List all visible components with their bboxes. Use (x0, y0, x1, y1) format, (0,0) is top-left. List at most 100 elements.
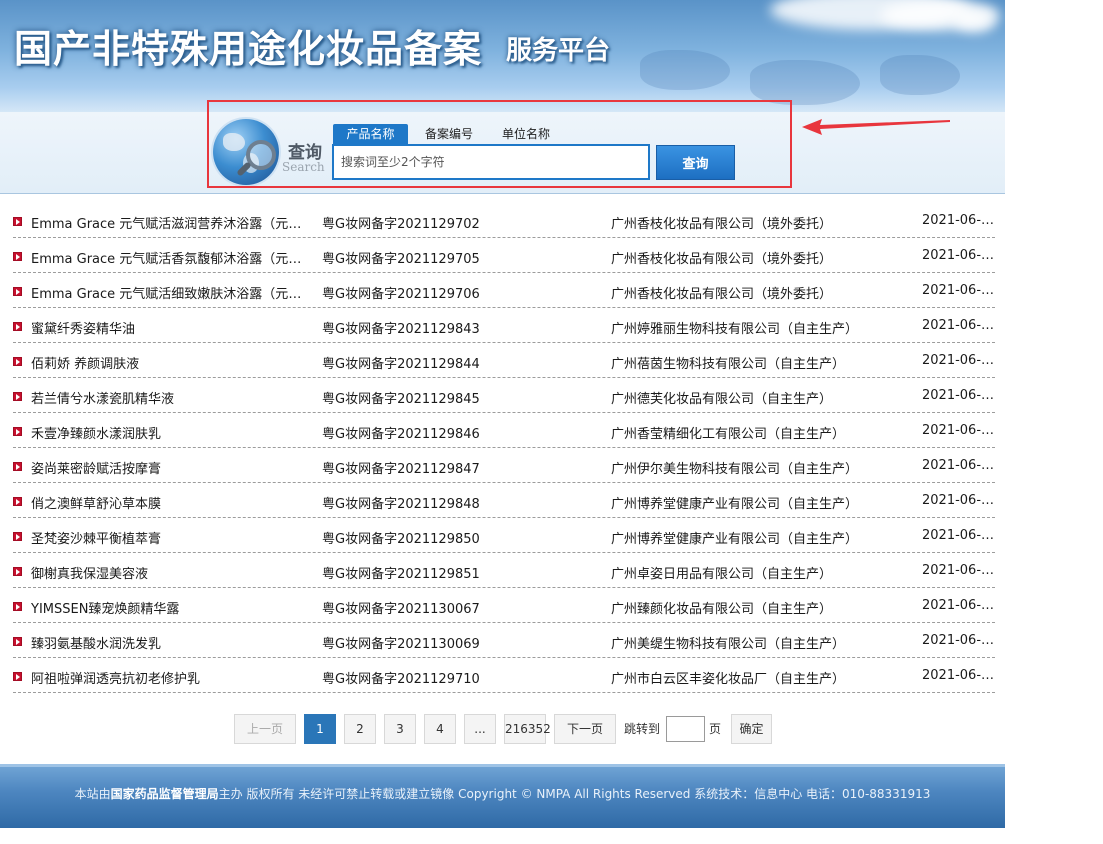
last-page-button[interactable]: 216352 (504, 714, 551, 744)
company-name: 广州香枝化妆品有限公司（境外委托） (611, 217, 833, 232)
record-date: 2021-06-15 (922, 353, 997, 368)
table-row[interactable]: 蜜黛纤秀姿精华油 粤G妆网备字2021129843 广州婷雅丽生物科技有限公司（自主… (13, 308, 997, 343)
product-name-link[interactable]: 佰莉娇 养颜调肤液 (31, 353, 311, 372)
bullet-arrow-icon (13, 322, 22, 331)
record-number: 粤G妆网备字2021129705 (322, 252, 480, 267)
pagination: 上一页 1 2 3 4 ... 216352 下一页 跳转到 页 确定 (0, 714, 1005, 744)
record-number: 粤G妆网备字2021129846 (322, 427, 480, 442)
product-name-link[interactable]: 臻羽氨基酸水润洗发乳 (31, 633, 311, 652)
bullet-arrow-icon (13, 497, 22, 506)
page-button-2[interactable]: 2 (344, 714, 376, 744)
product-name-link[interactable]: 禾壹净臻颜水漾润肤乳 (31, 423, 311, 442)
table-row[interactable]: Emma Grace 元气赋活细致嫩肤沐浴露（元气赋活） 粤G妆网备字202112… (13, 273, 997, 308)
record-date: 2021-06-15 (922, 318, 997, 333)
footer-suffix: 主办 版权所有 未经许可禁止转载或建立镜像 Copyright © NMPA A… (218, 787, 931, 801)
record-number: 粤G妆网备字2021130067 (322, 602, 480, 617)
record-number: 粤G妆网备字2021129847 (322, 462, 480, 477)
product-name-link[interactable]: YIMSSEN臻宠焕颜精华露 (31, 598, 311, 617)
company-name: 广州蓓茵生物科技有限公司（自主生产） (611, 357, 846, 372)
product-name-link[interactable]: 阿祖啦弹润透亮抗初老修护乳 (31, 668, 311, 687)
annotation-arrow-icon (802, 119, 950, 135)
footer: 本站由国家药品监督管理局主办 版权所有 未经许可禁止转载或建立镜像 Copyri… (0, 764, 1005, 828)
bullet-arrow-icon (13, 462, 22, 471)
company-name: 广州美缇生物科技有限公司（自主生产） (611, 637, 846, 652)
product-name-link[interactable]: 御榭真我保湿美容液 (31, 563, 311, 582)
header-banner: 国产非特殊用途化妆品备案 服务平台 (0, 0, 1005, 112)
next-page-button[interactable]: 下一页 (554, 714, 616, 744)
record-number: 粤G妆网备字2021129851 (322, 567, 480, 582)
bullet-arrow-icon (13, 392, 22, 401)
bullet-arrow-icon (13, 287, 22, 296)
product-name-link[interactable]: Emma Grace 元气赋活细致嫩肤沐浴露（元气赋活） (31, 283, 311, 302)
bullet-arrow-icon (13, 672, 22, 681)
record-date: 2021-06-15 (922, 493, 997, 508)
record-date: 2021-06-15 (922, 213, 997, 228)
site-title: 国产非特殊用途化妆品备案 (14, 26, 483, 71)
product-name-link[interactable]: 若兰倩兮水漾瓷肌精华液 (31, 388, 311, 407)
table-row[interactable]: 俏之澳鲜草舒沁草本膜 粤G妆网备字2021129848 广州博养堂健康产业有限公司（… (13, 483, 997, 518)
records-list: Emma Grace 元气赋活滋润营养沐浴露（元气赋活） 粤G妆网备字202112… (13, 203, 997, 693)
bullet-arrow-icon (13, 427, 22, 436)
table-row[interactable]: Emma Grace 元气赋活滋润营养沐浴露（元气赋活） 粤G妆网备字202112… (13, 203, 997, 238)
confirm-jump-button[interactable]: 确定 (731, 714, 772, 744)
product-name-link[interactable]: 圣梵姿沙棘平衡植萃膏 (31, 528, 311, 547)
record-number: 粤G妆网备字2021129844 (322, 357, 480, 372)
table-row[interactable]: 姿尚莱密龄赋活按摩膏 粤G妆网备字2021129847 广州伊尔美生物科技有限公司（… (13, 448, 997, 483)
record-number: 粤G妆网备字2021130069 (322, 637, 480, 652)
record-number: 粤G妆网备字2021129710 (322, 672, 480, 687)
table-row[interactable]: 阿祖啦弹润透亮抗初老修护乳 粤G妆网备字2021129710 广州市白云区丰姿化妆品… (13, 658, 997, 693)
footer-org: 国家药品监督管理局 (110, 787, 219, 801)
table-row[interactable]: 若兰倩兮水漾瓷肌精华液 粤G妆网备字2021129845 广州德芙化妆品有限公司（自… (13, 378, 997, 413)
bullet-arrow-icon (13, 567, 22, 576)
table-row[interactable]: 禾壹净臻颜水漾润肤乳 粤G妆网备字2021129846 广州香莹精细化工有限公司（自… (13, 413, 997, 448)
record-date: 2021-06-15 (922, 283, 997, 298)
table-row[interactable]: Emma Grace 元气赋活香氛馥郁沐浴露（元气赋活） 粤G妆网备字202112… (13, 238, 997, 273)
product-name-link[interactable]: Emma Grace 元气赋活滋润营养沐浴露（元气赋活） (31, 213, 311, 232)
company-name: 广州香枝化妆品有限公司（境外委托） (611, 287, 833, 302)
table-row[interactable]: 御榭真我保湿美容液 粤G妆网备字2021129851 广州卓姿日用品有限公司（自主生… (13, 553, 997, 588)
bullet-arrow-icon (13, 532, 22, 541)
record-number: 粤G妆网备字2021129850 (322, 532, 480, 547)
company-name: 广州德芙化妆品有限公司（自主生产） (611, 392, 833, 407)
product-name-link[interactable]: 俏之澳鲜草舒沁草本膜 (31, 493, 311, 512)
company-name: 广州博养堂健康产业有限公司（自主生产） (611, 532, 859, 547)
table-row[interactable]: 臻羽氨基酸水润洗发乳 粤G妆网备字2021130069 广州美缇生物科技有限公司（自… (13, 623, 997, 658)
page-unit-label: 页 (709, 722, 722, 736)
prev-page-button[interactable]: 上一页 (234, 714, 296, 744)
record-number: 粤G妆网备字2021129843 (322, 322, 480, 337)
record-date: 2021-06-15 (922, 423, 997, 438)
record-number: 粤G妆网备字2021129702 (322, 217, 480, 232)
product-name-link[interactable]: 蜜黛纤秀姿精华油 (31, 318, 311, 337)
product-name-link[interactable]: Emma Grace 元气赋活香氛馥郁沐浴露（元气赋活） (31, 248, 311, 267)
company-name: 广州婷雅丽生物科技有限公司（自主生产） (611, 322, 859, 337)
record-date: 2021-06-15 (922, 563, 997, 578)
page-button-3[interactable]: 3 (384, 714, 416, 744)
product-name-link[interactable]: 姿尚莱密龄赋活按摩膏 (31, 458, 311, 477)
jump-label: 跳转到 (624, 722, 661, 736)
record-number: 粤G妆网备字2021129706 (322, 287, 480, 302)
company-name: 广州香莹精细化工有限公司（自主生产） (611, 427, 846, 442)
record-date: 2021-06-15 (922, 598, 997, 613)
table-row[interactable]: YIMSSEN臻宠焕颜精华露 粤G妆网备字2021130067 广州臻颜化妆品有限公… (13, 588, 997, 623)
right-margin (1005, 0, 1103, 844)
record-date: 2021-06-15 (922, 458, 997, 473)
company-name: 广州博养堂健康产业有限公司（自主生产） (611, 497, 859, 512)
record-date: 2021-06-15 (922, 528, 997, 543)
record-date: 2021-06-15 (922, 388, 997, 403)
record-date: 2021-06-15 (922, 668, 997, 683)
record-number: 粤G妆网备字2021129845 (322, 392, 480, 407)
jump-page-input[interactable] (666, 716, 705, 742)
page-ellipsis: ... (464, 714, 496, 744)
bullet-arrow-icon (13, 637, 22, 646)
table-row[interactable]: 圣梵姿沙棘平衡植萃膏 粤G妆网备字2021129850 广州博养堂健康产业有限公司（… (13, 518, 997, 553)
bullet-arrow-icon (13, 252, 22, 261)
footer-text: 本站由国家药品监督管理局主办 版权所有 未经许可禁止转载或建立镜像 Copyri… (0, 785, 1005, 802)
table-row[interactable]: 佰莉娇 养颜调肤液 粤G妆网备字2021129844 广州蓓茵生物科技有限公司（自主… (13, 343, 997, 378)
company-name: 广州市白云区丰姿化妆品厂（自主生产） (611, 672, 846, 687)
company-name: 广州伊尔美生物科技有限公司（自主生产） (611, 462, 859, 477)
page-button-4[interactable]: 4 (424, 714, 456, 744)
company-name: 广州臻颜化妆品有限公司（自主生产） (611, 602, 833, 617)
page-button-1[interactable]: 1 (304, 714, 336, 744)
highlight-annotation-box (207, 100, 792, 188)
record-date: 2021-06-15 (922, 248, 997, 263)
